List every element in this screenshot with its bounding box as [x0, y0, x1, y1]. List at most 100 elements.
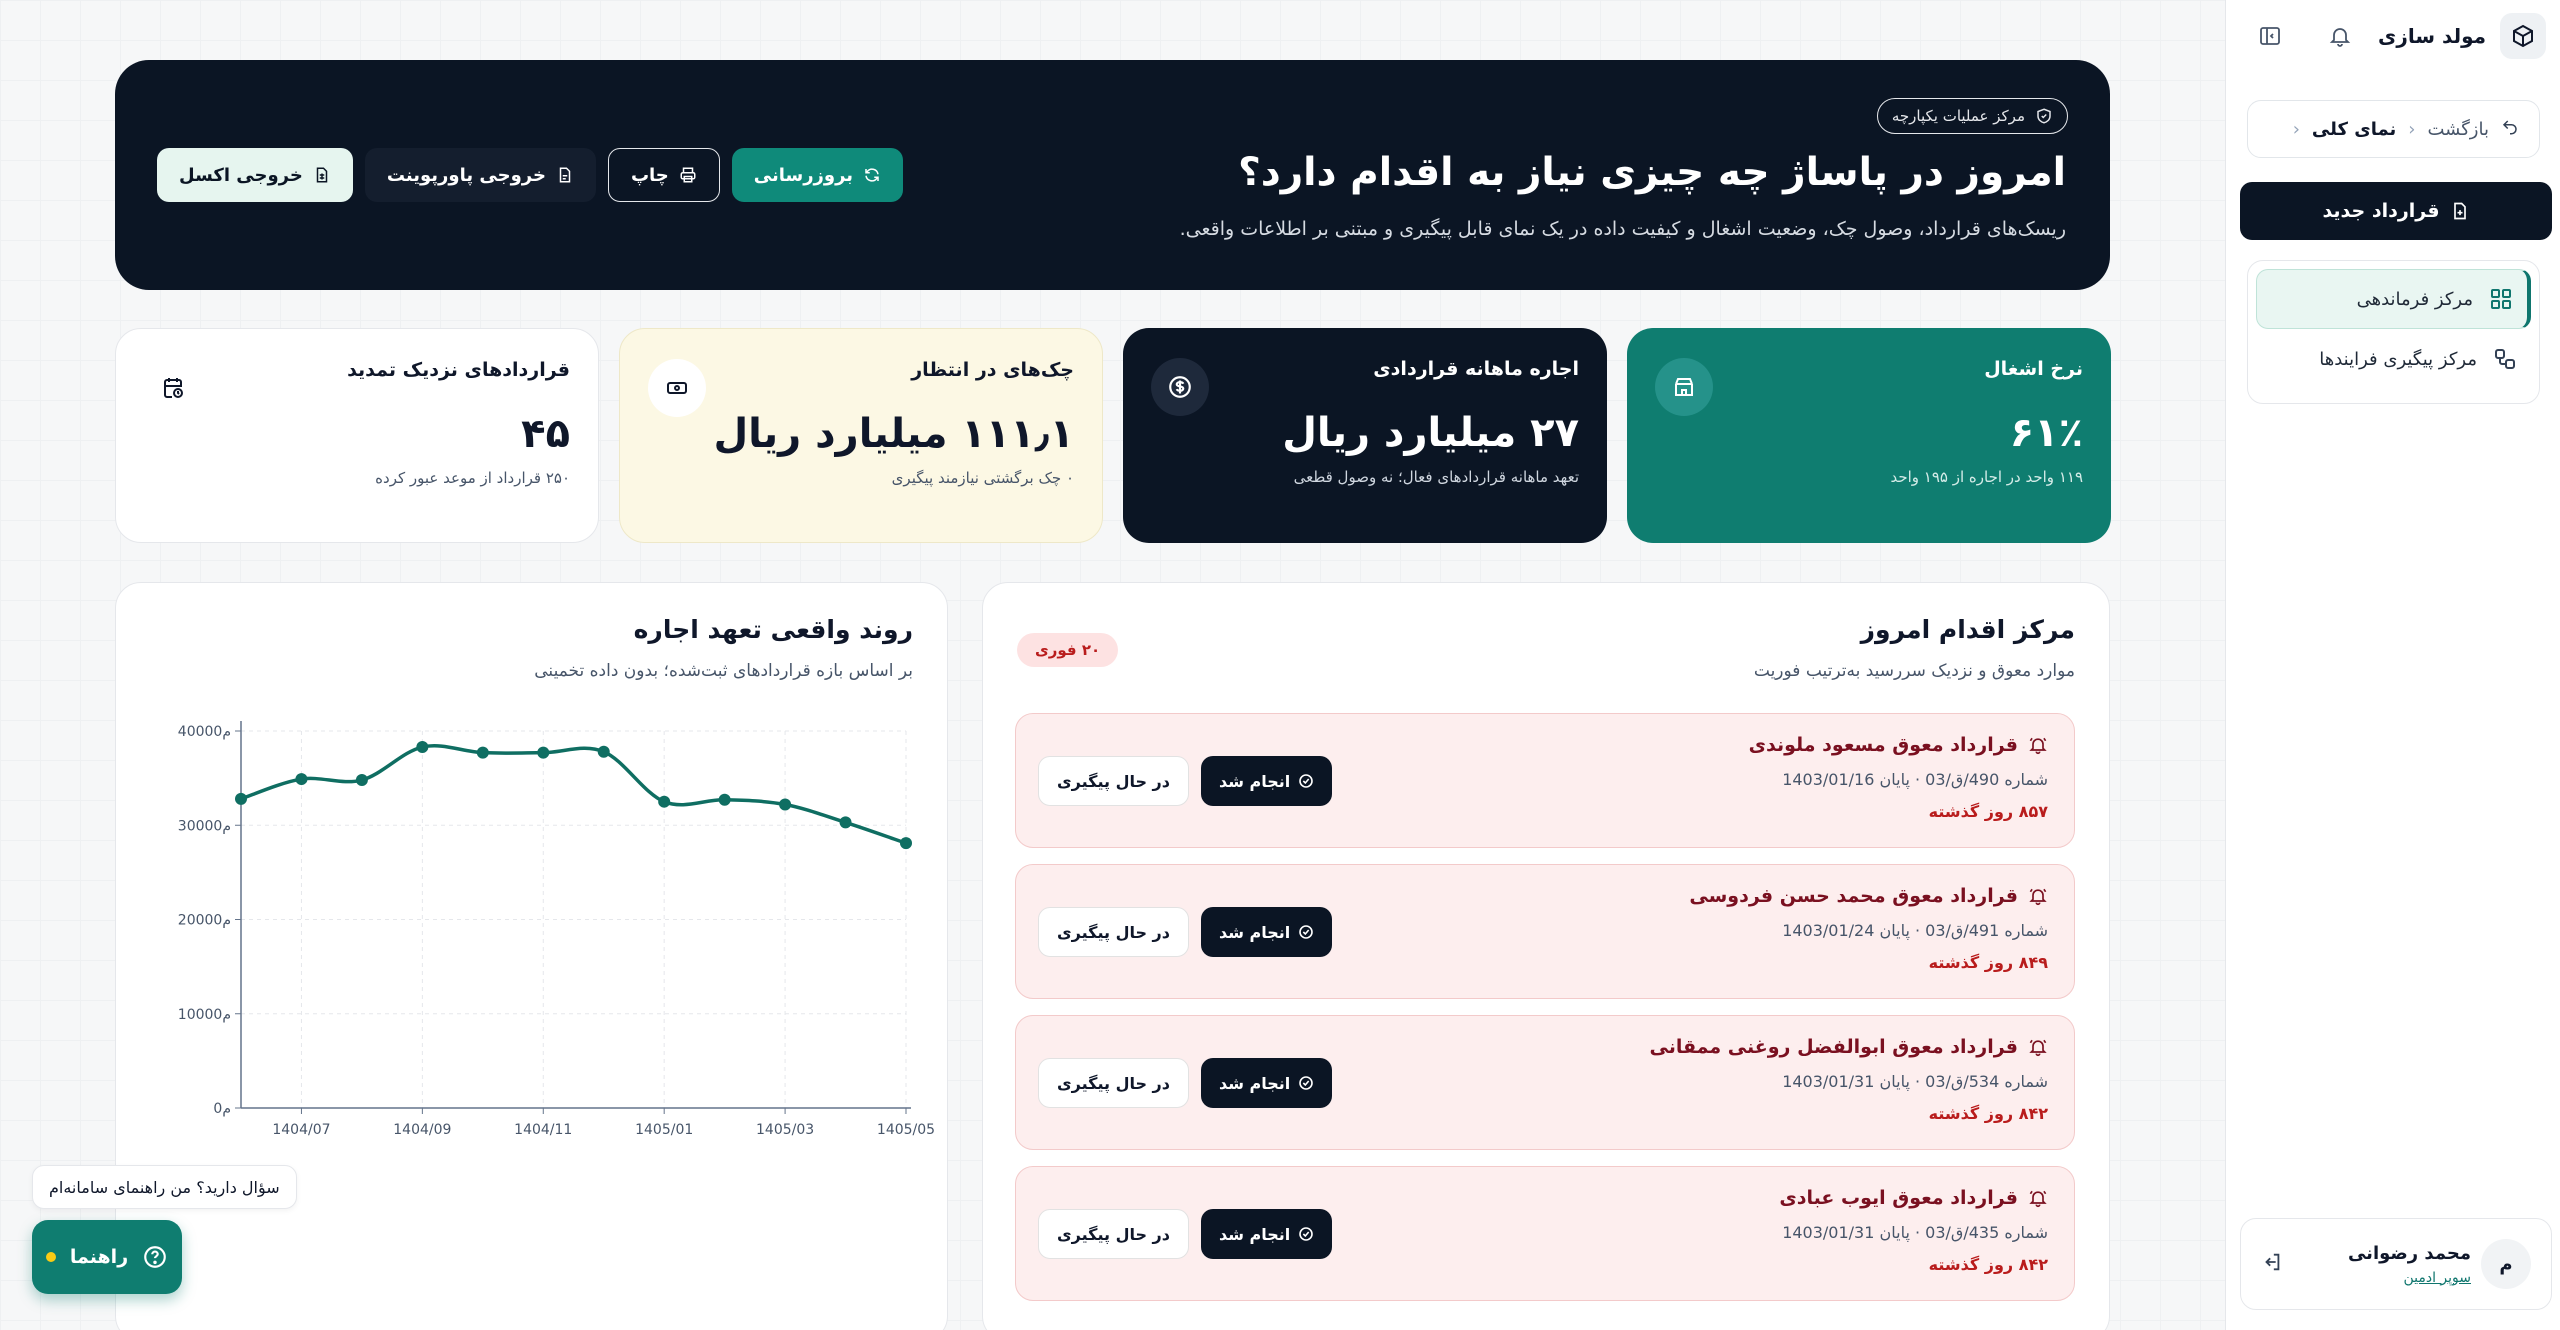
- bell-ring-icon: [2029, 737, 2047, 755]
- mark-done-label: انجام شد: [1218, 771, 1291, 791]
- user-role-link[interactable]: سوپر ادمین: [2283, 1270, 2471, 1286]
- sidebar-item-process-tracking[interactable]: مرکز پیگیری فرایندها: [2256, 329, 2531, 389]
- kpi-title: اجاره ماهانه قراردادی: [1373, 358, 1579, 380]
- kpi-value: ۲۷ میلیارد ریال: [1282, 410, 1579, 456]
- help-tooltip: سؤال دارید؟ من راهنمای سامانه‌ام: [32, 1165, 297, 1209]
- kpi-renewals[interactable]: قراردادهای نزدیک تمدید ۴۵ ۲۵۰ قرارداد از…: [115, 328, 599, 543]
- dollar-icon: [1151, 358, 1209, 416]
- kpi-note: ۱۱۹ واحد در اجاره از ۱۹۵ واحد: [1890, 468, 2083, 486]
- action-item-buttons: در حال پیگیری انجام شد: [1038, 907, 1333, 957]
- new-contract-button[interactable]: قرارداد جدید: [2240, 182, 2552, 240]
- kpi-occupancy[interactable]: نرخ اشغال ۶۱٪ ۱۱۹ واحد در اجاره از ۱۹۵ و…: [1627, 328, 2111, 543]
- chevron-left-icon: ‹: [2408, 118, 2416, 140]
- mark-done-button[interactable]: انجام شد: [1200, 756, 1333, 806]
- action-item[interactable]: قرارداد معوق مسعود ملوندی شماره 490/ق/03 …: [1015, 713, 2075, 848]
- bell-ring-icon: [2029, 888, 2047, 906]
- undo-arrow-icon[interactable]: [2501, 118, 2519, 141]
- avatar[interactable]: م: [2481, 1239, 2531, 1289]
- action-center-title: مرکز اقدام امروز: [1860, 615, 2075, 644]
- export-excel-button[interactable]: خروجی اکسل: [157, 148, 353, 202]
- action-item[interactable]: قرارداد معوق ایوب عبادی شماره 435/ق/03 · …: [1015, 1166, 2075, 1301]
- check-circle-icon: [1299, 774, 1314, 788]
- refresh-button[interactable]: بروزرسانی: [731, 148, 904, 202]
- refresh-label: بروزرسانی: [753, 164, 854, 186]
- mark-done-button[interactable]: انجام شد: [1200, 1209, 1333, 1259]
- new-contract-label: قرارداد جدید: [2322, 200, 2440, 222]
- data-point: [416, 741, 429, 754]
- kpi-note: تعهد ماهانه قراردادهای فعال؛ نه وصول قطع…: [1293, 468, 1579, 486]
- workflow-icon: [2495, 349, 2515, 369]
- action-item-label: قرارداد معوق ایوب عبادی: [1779, 1187, 2018, 1209]
- x-tick-label: 1404/09: [393, 1122, 451, 1138]
- export-powerpoint-button[interactable]: خروجی پاورپوینت: [364, 148, 596, 202]
- bell-ring-icon: [2029, 1190, 2047, 1208]
- sidebar-top-icons: [2252, 18, 2358, 54]
- data-point: [235, 792, 247, 805]
- data-point: [779, 798, 792, 811]
- store-icon: [1655, 358, 1713, 416]
- action-item-overdue: ۸۴۲ روز گذشته: [1928, 1104, 2048, 1123]
- kpi-title: نرخ اشغال: [1984, 358, 2083, 380]
- action-list: قرارداد معوق مسعود ملوندی شماره 490/ق/03 …: [1015, 713, 2075, 1317]
- collapse-sidebar-icon[interactable]: [2252, 18, 2288, 54]
- hero-banner: مرکز عملیات یکپارچه امروز در پاساژ چه چی…: [115, 60, 2110, 290]
- user-name: محمد رضوانی: [2347, 1242, 2471, 1264]
- breadcrumb: بازگشت ‹ نمای کلی ‹: [2247, 100, 2540, 158]
- refresh-icon: [865, 168, 879, 182]
- kpi-value: ۶۱٪: [2009, 410, 2083, 456]
- data-point: [476, 746, 489, 759]
- mark-done-label: انجام شد: [1218, 1073, 1291, 1093]
- bell-icon[interactable]: [2322, 18, 2358, 54]
- action-item-title: قرارداد معوق ایوب عبادی: [1779, 1187, 2048, 1209]
- cube-icon: [2500, 13, 2546, 59]
- mark-done-button[interactable]: انجام شد: [1200, 1058, 1333, 1108]
- export-powerpoint-label: خروجی پاورپوینت: [386, 164, 546, 186]
- bell-ring-icon: [2029, 1039, 2047, 1057]
- hero-badge-label: مرکز عملیات یکپارچه: [1891, 107, 2025, 125]
- sidebar-item-label: مرکز پیگیری فرایندها: [2319, 348, 2477, 370]
- sidebar-item-command-center[interactable]: مرکز فرماندهی: [2256, 269, 2531, 329]
- kpi-note: ۰ چک برگشتی نیازمند پیگیری: [891, 469, 1074, 487]
- file-icon: [559, 167, 571, 183]
- in-progress-button[interactable]: در حال پیگیری: [1038, 756, 1189, 806]
- in-progress-label: در حال پیگیری: [1057, 1224, 1170, 1244]
- calendar-clock-icon: [144, 359, 202, 417]
- print-button[interactable]: چاپ: [607, 148, 720, 202]
- kpi-note: ۲۵۰ قرارداد از موعد عبور کرده: [375, 469, 570, 487]
- y-tick-label: 20000م: [178, 913, 231, 929]
- chevron-left-icon: ‹: [2292, 118, 2300, 140]
- help-button-label: راهنما: [69, 1246, 129, 1268]
- user-card: م محمد رضوانی سوپر ادمین: [2240, 1218, 2552, 1310]
- hero-actions: خروجی اکسل خروجی پاورپوینت چاپ بروزرسانی: [157, 148, 904, 202]
- y-tick-label: 0م: [213, 1101, 231, 1117]
- help-button[interactable]: راهنما: [32, 1220, 182, 1294]
- sidebar: مولد سازی بازگشت ‹ نمای کلی ‹ قرارداد جد…: [2225, 0, 2560, 1330]
- data-point: [295, 773, 308, 786]
- logout-icon[interactable]: [2261, 1251, 2283, 1277]
- action-item[interactable]: قرارداد معوق محمد حسن فردوسی شماره 491/ق/…: [1015, 864, 2075, 999]
- mark-done-button[interactable]: انجام شد: [1200, 907, 1333, 957]
- data-point: [355, 774, 368, 787]
- in-progress-label: در حال پیگیری: [1057, 771, 1170, 791]
- data-point: [597, 745, 610, 758]
- x-tick-label: 1405/05: [877, 1122, 935, 1138]
- in-progress-button[interactable]: در حال پیگیری: [1038, 1058, 1189, 1108]
- kpi-pending-cheques[interactable]: چک‌های در انتظار ۱۱۱٫۱ میلیارد ریال ۰ چک…: [619, 328, 1103, 543]
- kpi-title: چک‌های در انتظار: [911, 359, 1074, 381]
- in-progress-button[interactable]: در حال پیگیری: [1038, 1209, 1189, 1259]
- action-item-meta: شماره 491/ق/03 · پایان 1403/01/24: [1782, 921, 2048, 940]
- action-item-meta: شماره 490/ق/03 · پایان 1403/01/16: [1782, 770, 2048, 789]
- brand-name: مولد سازی: [2378, 24, 2486, 48]
- breadcrumb-back[interactable]: بازگشت: [2428, 119, 2490, 140]
- action-item-overdue: ۸۵۷ روز گذشته: [1928, 802, 2048, 821]
- action-item-title: قرارداد معوق ابوالفضل روغنی ممقانی: [1649, 1036, 2048, 1058]
- action-item-title: قرارداد معوق محمد حسن فردوسی: [1689, 885, 2048, 907]
- kpi-monthly-rent[interactable]: اجاره ماهانه قراردادی ۲۷ میلیارد ریال تع…: [1123, 328, 1607, 543]
- action-item[interactable]: قرارداد معوق ابوالفضل روغنی ممقانی شماره …: [1015, 1015, 2075, 1150]
- question-icon: [144, 1246, 166, 1268]
- action-item-label: قرارداد معوق مسعود ملوندی: [1748, 734, 2018, 756]
- breadcrumb-current: نمای کلی: [2311, 118, 2397, 140]
- in-progress-button[interactable]: در حال پیگیری: [1038, 907, 1189, 957]
- kpi-value: ۴۵: [521, 411, 570, 457]
- data-point: [658, 795, 671, 808]
